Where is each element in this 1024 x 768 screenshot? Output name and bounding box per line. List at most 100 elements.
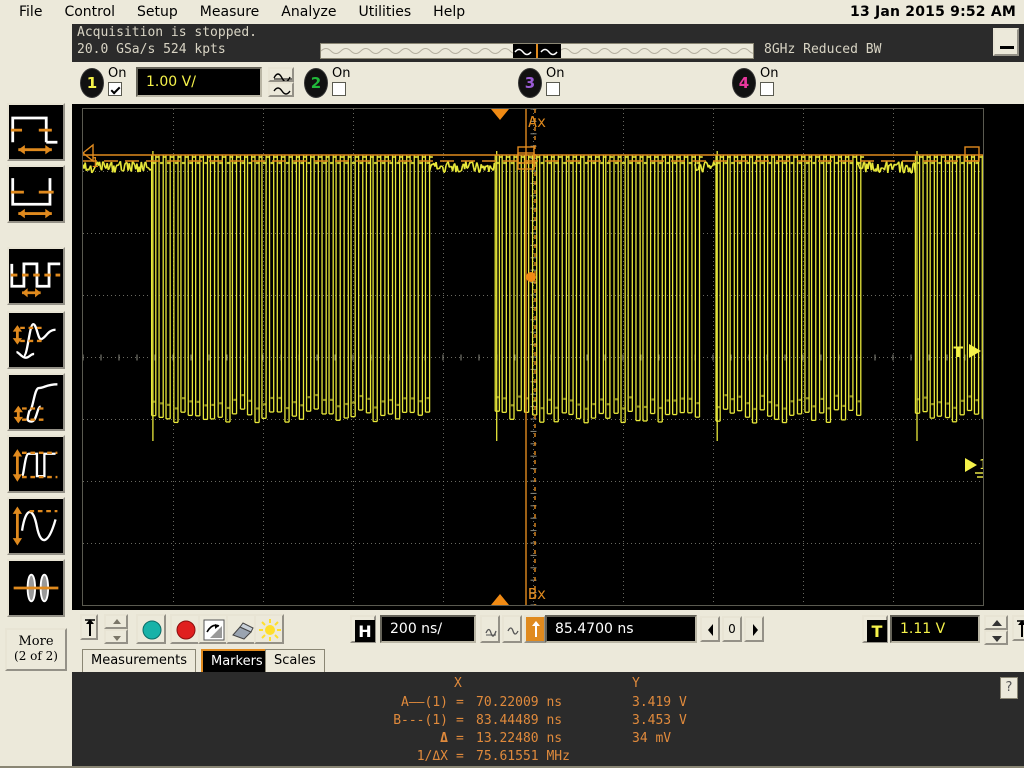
channel-3-group: 3 On <box>518 66 698 102</box>
trigger-level-field[interactable]: 1.11 V <box>890 615 980 643</box>
bandwidth-label: 8GHz Reduced BW <box>764 42 882 57</box>
spin-down-icon[interactable] <box>984 630 1008 645</box>
acquisition-scroll-overview[interactable] <box>320 43 754 59</box>
single-acquire-icon[interactable] <box>198 614 228 644</box>
channel-4-group: 4 On <box>732 66 912 102</box>
readout-row-invdelta-x: 75.61551 MHz <box>476 749 570 764</box>
channel-1-coupling-buttons <box>268 67 294 97</box>
readout-row-delta-x: 13.22480 ns <box>476 731 563 746</box>
channel-3-enable-checkbox[interactable] <box>546 82 560 96</box>
autoscale-icon[interactable] <box>254 614 284 644</box>
more-label: More <box>18 634 54 649</box>
channel-1-group: 1 On 1.00 V/ <box>80 66 300 102</box>
measurement-sidebar: More (2 of 2) Delete All <box>0 24 72 768</box>
readout-row-b-x: 83.44489 ns <box>476 713 563 728</box>
fall-time-icon[interactable] <box>7 373 65 431</box>
tab-markers[interactable]: Markers <box>201 649 273 673</box>
menu-help[interactable]: Help <box>422 2 476 22</box>
markers-readout-panel: X Y A——(1) = 70.22009 ns 3.419 V B---(1)… <box>72 672 1024 768</box>
channel-4-on-label: On <box>760 66 779 81</box>
menu-measure[interactable]: Measure <box>189 2 271 22</box>
channel-3-badge[interactable]: 3 <box>518 68 542 98</box>
readout-row-b-label: B---(1) <box>393 713 448 728</box>
more-page-indicator: (2 of 2) <box>14 648 58 663</box>
svg-text:1: 1 <box>91 156 99 171</box>
more-measurements-button[interactable]: More (2 of 2) <box>5 628 67 671</box>
horizontal-badge[interactable]: H <box>350 615 376 643</box>
overview-window-thumb[interactable] <box>513 44 561 58</box>
channel-1-enable-checkbox[interactable] <box>108 82 122 96</box>
up-arrow-icon[interactable] <box>80 614 98 640</box>
readout-row-a-label: A——(1) <box>401 695 448 710</box>
readout-header-x: X <box>454 676 462 691</box>
delay-field[interactable]: 85.4700 ns <box>545 615 697 643</box>
minimize-button[interactable] <box>993 28 1019 56</box>
pulse-width-negative-icon[interactable] <box>7 165 65 223</box>
marker-b-label: Bx <box>528 585 546 603</box>
right-arrow-icon[interactable] <box>744 616 764 642</box>
trigger-badge[interactable]: T <box>862 615 888 643</box>
minimize-icon <box>1000 46 1014 49</box>
nudge-up-icon[interactable] <box>104 614 128 629</box>
timebase-fine-icon[interactable] <box>480 615 500 643</box>
channel-1-dc-coupling-button[interactable] <box>268 82 294 97</box>
acquisition-status: Acquisition is stopped. <box>77 25 258 40</box>
marker-a-label: Ax <box>528 113 546 131</box>
pulse-width-positive-icon[interactable] <box>7 103 65 161</box>
waveform-canvas[interactable]: Ax Bx 1 T 1 <box>83 109 983 605</box>
tab-measurements[interactable]: Measurements <box>82 649 197 673</box>
spin-up-icon[interactable] <box>984 615 1008 630</box>
menu-control[interactable]: Control <box>53 2 126 22</box>
peak-to-peak-icon[interactable] <box>7 497 65 555</box>
area-icon[interactable] <box>7 559 65 617</box>
trigger-level-marker: T <box>953 345 963 361</box>
svg-text:T: T <box>872 622 883 641</box>
stop-button-icon[interactable] <box>170 614 200 644</box>
readout-row-delta-label: Δ <box>440 731 448 746</box>
channel-2-enable-checkbox[interactable] <box>332 82 346 96</box>
menu-utilities[interactable]: Utilities <box>347 2 422 22</box>
channel-3-on-label: On <box>546 66 565 81</box>
menu-analyze[interactable]: Analyze <box>270 2 347 22</box>
run-button-icon[interactable] <box>136 614 166 644</box>
svg-text:H: H <box>358 622 371 641</box>
channel-1-scale-field[interactable]: 1.00 V/ <box>136 67 262 97</box>
amplitude-icon[interactable] <box>7 435 65 493</box>
left-arrow-icon[interactable] <box>700 616 720 642</box>
tab-scales[interactable]: Scales <box>265 649 325 673</box>
readout-row-b-y: 3.453 V <box>632 713 687 728</box>
help-button[interactable]: ? <box>1000 677 1018 699</box>
timebase-coarse-icon[interactable] <box>502 615 522 643</box>
lower-control-bar: H 200 ns/ 85.4700 ns 0 T 1.11 V <box>72 610 1024 650</box>
clock-datetime: 13 Jan 2015 9:52 AM <box>850 4 1016 20</box>
menu-setup[interactable]: Setup <box>126 2 189 22</box>
channel-2-group: 2 On <box>304 66 484 102</box>
svg-text:1: 1 <box>979 458 983 473</box>
delay-reference-icon[interactable] <box>524 615 546 643</box>
thumb-waveform-icon <box>514 44 558 58</box>
scope-graticule[interactable]: Ax Bx 1 T 1 <box>82 108 984 606</box>
delay-counter[interactable]: 0 <box>722 616 742 642</box>
menu-file[interactable]: File <box>8 2 53 22</box>
channel-4-badge[interactable]: 4 <box>732 68 756 98</box>
rise-time-icon[interactable] <box>7 311 65 369</box>
channel-4-enable-checkbox[interactable] <box>760 82 774 96</box>
channel-2-badge[interactable]: 2 <box>304 68 328 98</box>
sidebar-bottom-filler <box>0 672 72 768</box>
menu-bar: File Control Setup Measure Analyze Utili… <box>0 0 1024 24</box>
clear-display-icon[interactable] <box>226 614 256 644</box>
sample-rate-memory: 20.0 GSa/s 524 kpts <box>77 42 226 57</box>
readout-header-y: Y <box>632 676 640 691</box>
oscilloscope-app: File Control Setup Measure Analyze Utili… <box>0 0 1024 768</box>
channel-1-ac-coupling-button[interactable] <box>268 67 294 82</box>
goto-trigger-icon[interactable] <box>1012 615 1024 641</box>
timebase-field[interactable]: 200 ns/ <box>380 615 476 643</box>
nudge-down-icon[interactable] <box>104 629 128 644</box>
channel-bar: 1 On 1.00 V/ 2 On 3 On 4 On <box>72 62 1024 104</box>
channel-2-on-label: On <box>332 66 351 81</box>
status-bar: Acquisition is stopped. 20.0 GSa/s 524 k… <box>72 24 1024 62</box>
period-icon[interactable] <box>7 247 65 305</box>
readout-row-a-y: 3.419 V <box>632 695 687 710</box>
channel-1-badge[interactable]: 1 <box>80 68 104 98</box>
channel-1-on-label: On <box>108 66 127 81</box>
